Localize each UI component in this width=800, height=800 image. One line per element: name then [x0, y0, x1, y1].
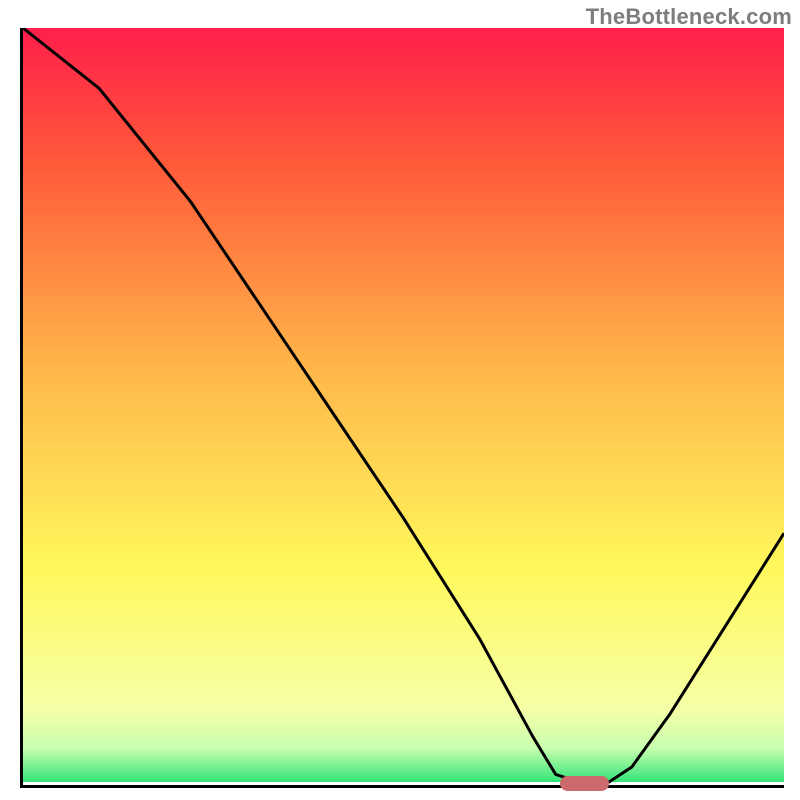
- plot-svg: [23, 28, 784, 785]
- optimal-marker: [560, 776, 610, 791]
- gradient-background: [23, 28, 784, 782]
- watermark-text: TheBottleneck.com: [586, 4, 792, 30]
- chart-container: TheBottleneck.com: [0, 0, 800, 800]
- plot-area: [20, 28, 784, 788]
